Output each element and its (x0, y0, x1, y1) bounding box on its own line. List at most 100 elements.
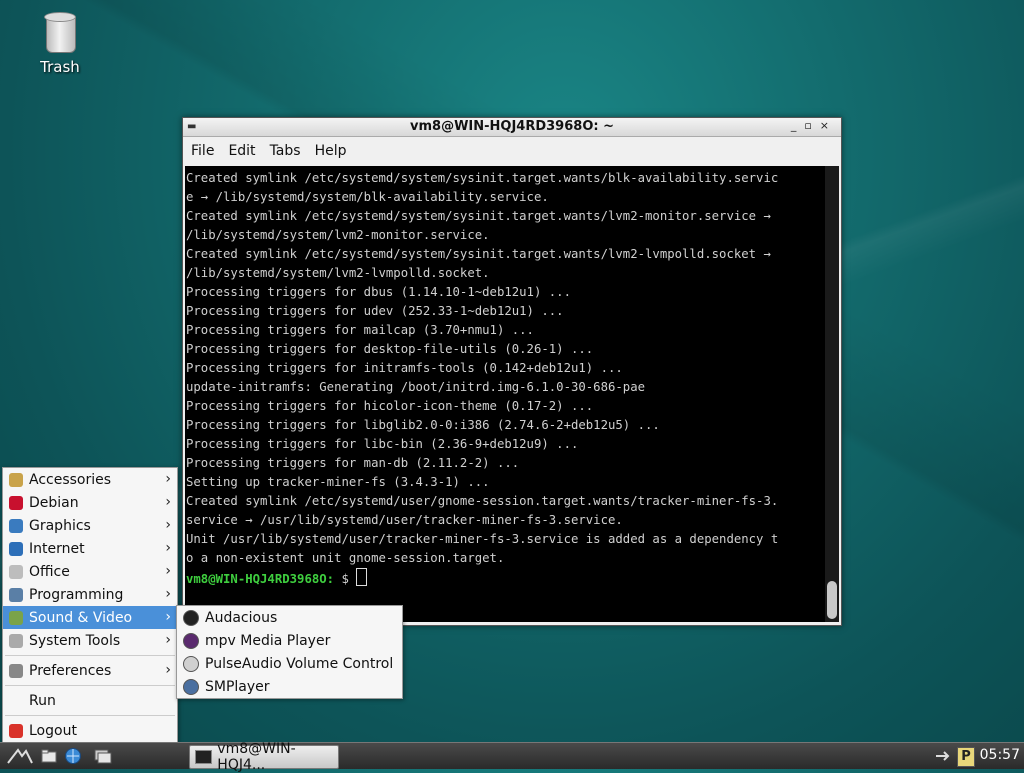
terminal-title: vm8@WIN-HQJ4RD3968O: ~ (410, 119, 614, 134)
terminal-line: Processing triggers for initramfs-tools … (186, 361, 623, 375)
menu-separator (5, 685, 175, 686)
shell-prompt: vm8@WIN-HQJ4RD3968O: (186, 572, 335, 586)
terminal-scrollbar[interactable] (825, 166, 839, 622)
menu-item-graphics[interactable]: Graphics › (3, 514, 177, 537)
menu-file[interactable]: File (191, 143, 214, 159)
menu-item-label: Sound & Video (29, 609, 133, 626)
menu-item-label: Preferences (29, 662, 112, 679)
taskbar-terminal-label: vm8@WIN-HQJ4... (217, 741, 296, 773)
text-cursor (356, 568, 368, 586)
chevron-right-icon: › (165, 563, 171, 579)
system-tools-icon (9, 633, 23, 648)
office-icon (9, 564, 23, 579)
terminal-line: service → /usr/lib/systemd/user/tracker-… (186, 513, 623, 527)
submenu-item-label: SMPlayer (205, 678, 270, 695)
terminal-line: o a non-existent unit gnome-session.targ… (186, 551, 505, 565)
programming-icon (9, 587, 23, 602)
menu-item-debian[interactable]: Debian › (3, 491, 177, 514)
internet-icon (9, 541, 23, 556)
menu-item-preferences[interactable]: Preferences › (3, 659, 177, 682)
menu-item-run[interactable]: Run (3, 689, 177, 712)
chevron-right-icon: › (165, 540, 171, 556)
menu-item-system-tools[interactable]: System Tools › (3, 629, 177, 652)
submenu-item-audacious[interactable]: Audacious (177, 606, 402, 629)
chevron-right-icon: › (165, 586, 171, 602)
submenu-item-smplayer[interactable]: SMPlayer (177, 675, 402, 698)
chevron-right-icon: › (165, 609, 171, 625)
terminal-line: Processing triggers for man-db (2.11.2-2… (186, 456, 520, 470)
menu-item-label: System Tools (29, 632, 121, 649)
graphics-icon (9, 518, 23, 533)
submenu-item-mpv-media-player[interactable]: mpv Media Player (177, 629, 402, 652)
terminal-line: /lib/systemd/system/lvm2-lvmpolld.socket… (186, 266, 490, 280)
trash-desktop-icon[interactable]: Trash (30, 12, 90, 76)
terminal-task-icon (195, 750, 213, 764)
terminal-titlebar[interactable]: ▬ vm8@WIN-HQJ4RD3968O: ~ _▫× (183, 118, 841, 137)
applications-menu: Accessories › Debian › Graphics › Internet › Off… (2, 467, 178, 745)
terminal-line: Processing triggers for libglib2.0-0:i38… (186, 418, 660, 432)
menu-item-label: Debian (29, 494, 79, 511)
preferences-icon (9, 663, 23, 678)
submenu-item-label: mpv Media Player (205, 632, 331, 649)
terminal-line: Processing triggers for libc-bin (2.36-9… (186, 437, 579, 451)
chevron-right-icon: › (165, 471, 171, 487)
menu-item-sound-video[interactable]: Sound & Video › (3, 606, 177, 629)
chevron-right-icon: › (165, 517, 171, 533)
menu-launcher-icon[interactable] (6, 747, 34, 765)
shell-prompt-suffix: $ (334, 572, 357, 586)
menu-item-accessories[interactable]: Accessories › (3, 468, 177, 491)
audacious-icon (183, 609, 199, 626)
terminal-line: Setting up tracker-miner-fs (3.4.3-1) ..… (186, 475, 490, 489)
maximize-button[interactable]: ▫ (804, 119, 819, 132)
submenu-item-pulseaudio-volume-control[interactable]: PulseAudio Volume Control (177, 652, 402, 675)
menu-item-label: Logout (29, 722, 77, 739)
menu-item-label: Office (29, 563, 70, 580)
terminal-line: /lib/systemd/system/lvm2-monitor.service… (186, 228, 490, 242)
taskbar-terminal-button[interactable]: vm8@WIN-HQJ4... (189, 741, 339, 773)
trash-icon (44, 12, 76, 53)
debian-icon (9, 495, 23, 510)
terminal-line: update-initramfs: Generating /boot/initr… (186, 380, 646, 394)
accessories-icon (9, 472, 23, 487)
terminal-window[interactable]: ▬ vm8@WIN-HQJ4RD3968O: ~ _▫× File Edit T… (182, 117, 842, 626)
menu-item-label: Run (29, 692, 56, 709)
terminal-line: e → /lib/systemd/system/blk-availability… (186, 190, 549, 204)
smplayer-icon (183, 678, 199, 695)
terminal-output[interactable]: Created symlink /etc/systemd/system/sysi… (185, 166, 825, 622)
file-manager-icon[interactable] (40, 747, 58, 765)
clock[interactable]: 05:57 (980, 747, 1020, 763)
minimize-button[interactable]: _ (791, 119, 805, 132)
show-desktop-icon[interactable] (94, 747, 112, 765)
terminal-line: Unit /usr/lib/systemd/user/tracker-miner… (186, 532, 779, 546)
terminal-line: Created symlink /etc/systemd/system/sysi… (186, 247, 771, 261)
mpv-icon (183, 632, 199, 649)
chevron-right-icon: › (165, 632, 171, 648)
terminal-line: Processing triggers for mailcap (3.70+nm… (186, 323, 534, 337)
web-browser-icon[interactable] (64, 747, 82, 765)
sound-video-submenu: Audacious mpv Media Player PulseAudio Volu… (176, 605, 403, 699)
menu-item-label: Graphics (29, 517, 91, 534)
menu-tabs[interactable]: Tabs (270, 143, 301, 159)
trash-label: Trash (40, 58, 80, 76)
submenu-item-label: Audacious (205, 609, 278, 626)
menu-item-programming[interactable]: Programming › (3, 583, 177, 606)
terminal-line: Processing triggers for hicolor-icon-the… (186, 399, 594, 413)
close-button[interactable]: × (820, 119, 837, 132)
menu-separator (5, 655, 175, 656)
menu-edit[interactable]: Edit (228, 143, 255, 159)
menu-item-label: Accessories (29, 471, 112, 488)
network-icon[interactable] (934, 747, 952, 765)
submenu-item-label: PulseAudio Volume Control (205, 655, 394, 672)
menu-item-label: Programming (29, 586, 124, 603)
taskbar: vm8@WIN-HQJ4... P 05:57 (0, 741, 1024, 773)
tray-p-icon[interactable]: P (957, 747, 975, 767)
menu-help[interactable]: Help (315, 143, 347, 159)
blank-icon (9, 694, 23, 708)
pulseaudio-icon (183, 655, 199, 672)
logout-icon (9, 723, 23, 738)
terminal-line: Processing triggers for desktop-file-uti… (186, 342, 594, 356)
menu-item-office[interactable]: Office › (3, 560, 177, 583)
scrollbar-thumb[interactable] (827, 581, 837, 619)
menu-item-internet[interactable]: Internet › (3, 537, 177, 560)
menu-item-logout[interactable]: Logout (3, 719, 177, 742)
